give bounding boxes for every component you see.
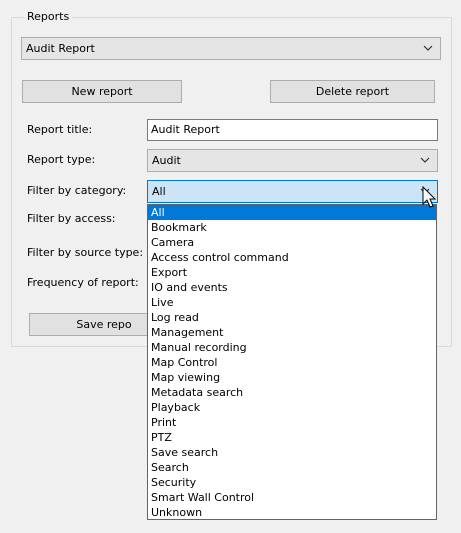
report-select[interactable]: Audit Report	[21, 37, 441, 60]
dropdown-option[interactable]: Export	[148, 265, 436, 280]
dropdown-option[interactable]: Manual recording	[148, 340, 436, 355]
dropdown-option[interactable]: Map Control	[148, 355, 436, 370]
dropdown-option[interactable]: PTZ	[148, 430, 436, 445]
reports-group-title: Reports	[24, 10, 73, 24]
dropdown-option[interactable]: Unknown	[148, 505, 436, 519]
filter-category-dropdown-list[interactable]: All Bookmark Camera Access control command E…	[147, 204, 437, 520]
frequency-label: Frequency of report:	[27, 276, 139, 289]
dropdown-option[interactable]: Live	[148, 295, 436, 310]
dropdown-option[interactable]: IO and events	[148, 280, 436, 295]
report-type-label: Report type:	[27, 153, 96, 166]
chevron-down-icon	[420, 157, 430, 163]
dropdown-option[interactable]: Metadata search	[148, 385, 436, 400]
dropdown-option[interactable]: Save search	[148, 445, 436, 460]
filter-category-value: All	[152, 185, 166, 198]
dropdown-option[interactable]: Log read	[148, 310, 436, 325]
report-title-label: Report title:	[27, 123, 93, 136]
dropdown-option[interactable]: Map viewing	[148, 370, 436, 385]
dropdown-option[interactable]: Smart Wall Control	[148, 490, 436, 505]
dropdown-option[interactable]: Security	[148, 475, 436, 490]
filter-category-label: Filter by category:	[27, 184, 127, 197]
report-title-input[interactable]: Audit Report	[147, 119, 438, 141]
dropdown-option[interactable]: Bookmark	[148, 220, 436, 235]
dropdown-option[interactable]: Search	[148, 460, 436, 475]
dropdown-option[interactable]: Playback	[148, 400, 436, 415]
dropdown-option[interactable]: Management	[148, 325, 436, 340]
dropdown-option[interactable]: Print	[148, 415, 436, 430]
dropdown-option[interactable]: All	[148, 205, 436, 220]
filter-access-label: Filter by access:	[27, 212, 116, 225]
report-type-value: Audit	[152, 154, 181, 167]
new-report-button[interactable]: New report	[22, 80, 182, 103]
report-title-value: Audit Report	[151, 123, 220, 136]
dropdown-option[interactable]: Camera	[148, 235, 436, 250]
delete-report-button[interactable]: Delete report	[270, 80, 435, 103]
report-type-select[interactable]: Audit	[147, 149, 438, 172]
chevron-down-icon	[423, 45, 433, 51]
mouse-pointer-icon	[422, 186, 437, 208]
filter-source-label: Filter by source type:	[27, 246, 144, 259]
report-select-value: Audit Report	[26, 42, 95, 55]
filter-category-select[interactable]: All	[147, 180, 438, 203]
dropdown-option[interactable]: Access control command	[148, 250, 436, 265]
